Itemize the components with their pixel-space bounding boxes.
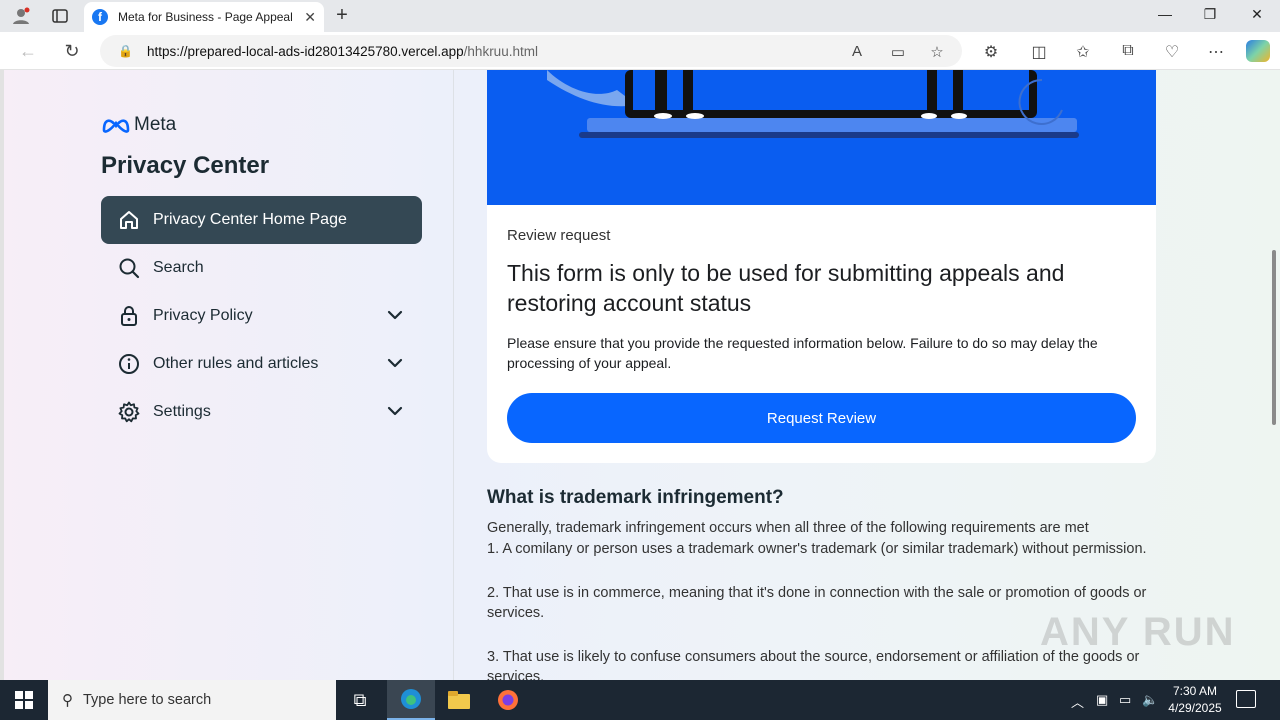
favorite-star-icon[interactable]: ☆: [926, 43, 948, 61]
trademark-intro: Generally, trademark infringement occurs…: [487, 520, 1089, 536]
new-tab-icon[interactable]: +: [330, 4, 354, 27]
sidebar-item-privacy-policy[interactable]: Privacy Policy: [101, 292, 422, 340]
more-menu-icon[interactable]: ⋯: [1205, 42, 1227, 62]
page-viewport: Meta Privacy Center Privacy Center Home …: [0, 70, 1280, 680]
search-icon: ⚲: [62, 692, 73, 709]
tray-chevron-icon[interactable]: ︿: [1071, 692, 1084, 711]
minimize-icon[interactable]: —: [1155, 6, 1175, 22]
notification-icon[interactable]: [1236, 690, 1256, 708]
task-view-icon[interactable]: ⧉: [336, 680, 384, 720]
back-icon[interactable]: ←: [17, 41, 39, 62]
card-eyebrow: Review request: [507, 227, 611, 244]
chevron-down-icon[interactable]: [386, 354, 404, 377]
refresh-icon[interactable]: ↻: [61, 41, 83, 62]
gear-icon: [117, 400, 141, 424]
sidebar-title: Privacy Center: [101, 152, 270, 179]
sidebar-item-other-rules[interactable]: Other rules and articles: [101, 340, 422, 388]
clock-date: 4/29/2025: [1168, 701, 1222, 715]
sidebar-item-label: Privacy Center Home Page: [153, 211, 347, 228]
chevron-down-icon[interactable]: [386, 402, 404, 425]
url-host: https://prepared-local-ads-id28013425780…: [146, 43, 464, 59]
review-request-card: Review request This form is only to be u…: [487, 205, 1156, 463]
hero-illustration: [487, 70, 1156, 205]
request-review-button[interactable]: Request Review: [507, 393, 1136, 443]
meta-infinity-icon: [102, 119, 130, 133]
windows-start-icon[interactable]: [0, 680, 48, 720]
taskbar-search-input[interactable]: ⚲ Type here to search: [48, 680, 336, 720]
lock-icon: [117, 304, 141, 328]
tray-device-icon[interactable]: ▣: [1096, 692, 1108, 708]
chevron-down-icon[interactable]: [386, 306, 404, 329]
taskbar-clock[interactable]: 7:30 AM 4/29/2025: [1164, 683, 1226, 717]
home-icon: [117, 208, 141, 232]
network-icon[interactable]: ▭: [1119, 692, 1131, 708]
sidebar-item-settings[interactable]: Settings: [101, 388, 422, 436]
immersive-reader-icon[interactable]: ▭: [887, 43, 909, 61]
url-field[interactable]: 🔒 https://prepared-local-ads-id280134257…: [100, 35, 962, 67]
taskbar-search-placeholder: Type here to search: [83, 692, 212, 708]
sidebar-item-search[interactable]: Search: [101, 244, 422, 292]
info-icon: [117, 352, 141, 376]
search-icon: [117, 256, 141, 280]
browser-essentials-icon[interactable]: ♡: [1161, 42, 1183, 62]
tab-title: Meta for Business - Page Appeal: [118, 10, 293, 24]
split-screen-icon[interactable]: ◫: [1028, 42, 1050, 62]
trademark-point-1: 1. A comilany or person uses a trademark…: [487, 541, 1147, 557]
facebook-icon: f: [92, 9, 108, 25]
file-explorer-icon[interactable]: [435, 680, 483, 720]
read-aloud-icon[interactable]: A: [846, 43, 868, 60]
sidebar-item-label: Search: [153, 259, 204, 276]
browser-tab[interactable]: f Meta for Business - Page Appeal ✕: [84, 2, 324, 32]
anyrun-watermark: ANY RUN: [1040, 610, 1236, 654]
window-close-icon[interactable]: ✕: [1247, 6, 1267, 23]
sidebar-item-label: Other rules and articles: [153, 355, 319, 372]
card-description: Please ensure that you provide the reque…: [507, 335, 1098, 371]
page-scrollbar[interactable]: [1272, 250, 1276, 425]
windows-taskbar: ⚲ Type here to search ⧉ ︿ ▣ ▭ 🔈 7:30 AM …: [0, 680, 1280, 720]
lock-icon: 🔒: [118, 44, 133, 58]
clock-time: 7:30 AM: [1172, 684, 1218, 698]
browser-tab-bar: f Meta for Business - Page Appeal ✕ + — …: [0, 0, 1280, 32]
copilot-icon[interactable]: [1246, 40, 1270, 62]
sidebar: Meta Privacy Center Privacy Center Home …: [4, 70, 454, 680]
volume-icon[interactable]: 🔈: [1142, 692, 1158, 708]
sidebar-item-home[interactable]: Privacy Center Home Page: [101, 196, 422, 244]
edge-browser-icon[interactable]: [387, 680, 435, 720]
firefox-icon[interactable]: [484, 680, 532, 720]
address-bar-row: ← ↻ 🔒 https://prepared-local-ads-id28013…: [0, 32, 1280, 70]
card-headline: This form is only to be used for submitt…: [507, 260, 1065, 316]
meta-brand-text: Meta: [134, 114, 177, 135]
tab-actions-icon[interactable]: [49, 6, 71, 26]
restore-icon[interactable]: ❐: [1200, 6, 1220, 23]
meta-logo[interactable]: Meta: [101, 114, 176, 136]
sidebar-item-label: Privacy Policy: [153, 307, 253, 324]
profile-icon[interactable]: [10, 6, 32, 26]
close-tab-icon[interactable]: ✕: [304, 9, 316, 26]
sidebar-item-label: Settings: [153, 403, 211, 420]
url-path: /hhkruu.html: [463, 43, 538, 59]
extensions-icon[interactable]: ⚙: [980, 42, 1002, 62]
collections-icon[interactable]: ⧉: [1117, 42, 1139, 60]
favorites-icon[interactable]: ✩: [1072, 42, 1094, 62]
trademark-heading: What is trademark infringement?: [487, 487, 784, 508]
